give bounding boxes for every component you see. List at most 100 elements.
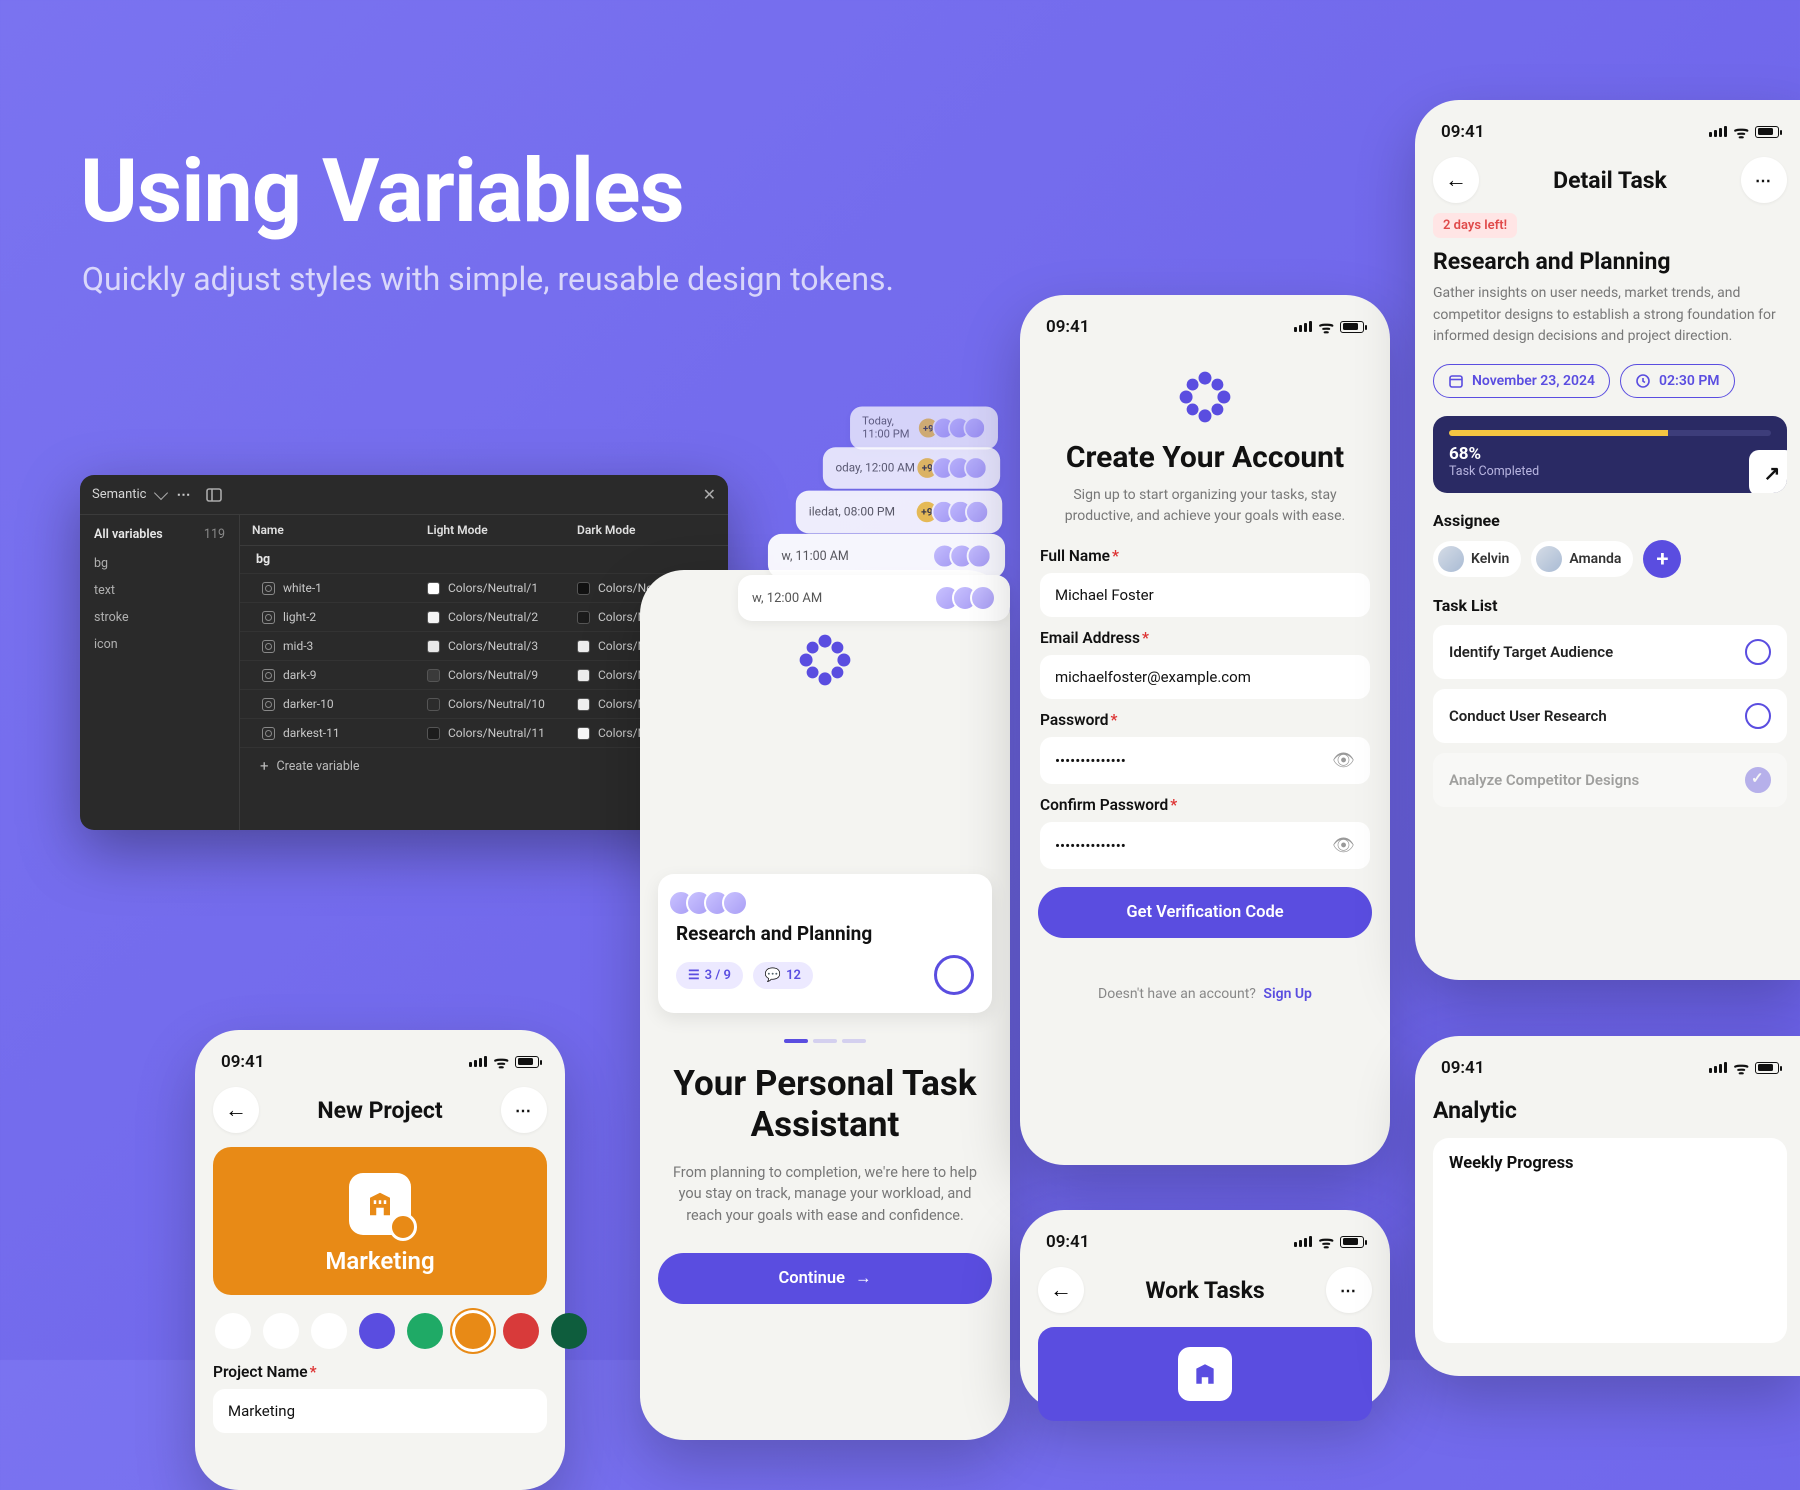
color-option[interactable]	[263, 1313, 299, 1349]
confirm-password-label: Confirm Password*	[1040, 796, 1370, 814]
color-swatch	[577, 698, 590, 711]
color-swatch	[427, 640, 440, 653]
eye-off-icon[interactable]: 👁︎	[1332, 750, 1355, 771]
variable-category-item[interactable]: icon	[80, 631, 239, 658]
task-checkbox[interactable]	[1745, 703, 1771, 729]
bar-chart	[1449, 1187, 1779, 1337]
category-icon-wrap	[349, 1173, 411, 1235]
comment-count-chip: 💬12	[753, 962, 813, 989]
col-name: Name	[252, 523, 427, 537]
status-time: 09:41	[1046, 1232, 1089, 1252]
more-icon: ⋯	[515, 1101, 533, 1120]
task-item[interactable]: Analyze Competitor Designs	[1433, 753, 1787, 807]
confirm-password-input[interactable]: •••••••••••••• 👁︎	[1040, 822, 1370, 869]
onboarding-sub: From planning to completion, we're here …	[664, 1162, 986, 1227]
task-description: Gather insights on user needs, market tr…	[1433, 283, 1787, 348]
sign-up-link[interactable]: Sign Up	[1263, 986, 1312, 1002]
more-button[interactable]: ⋯	[501, 1087, 547, 1133]
password-value: ••••••••••••••	[1055, 752, 1126, 770]
col-dark: Dark Mode	[577, 523, 727, 537]
time-chip[interactable]: 02:30 PM	[1620, 364, 1735, 398]
page-title: New Project	[317, 1097, 442, 1124]
task-meta: Today, 11:00 PM	[862, 415, 924, 441]
stacked-task-card: iledat, 08:00 PM+9	[796, 491, 1002, 534]
featured-task-title: Research and Planning	[676, 922, 974, 945]
task-checkbox[interactable]	[1745, 639, 1771, 665]
more-button[interactable]: ⋯	[1326, 1267, 1372, 1313]
variables-panel: Semantic ⋯ ✕ All variables 119 bgtextstr…	[80, 475, 728, 830]
back-button[interactable]: ←	[213, 1087, 259, 1133]
color-option[interactable]	[503, 1313, 539, 1349]
task-checkbox[interactable]	[1745, 767, 1771, 793]
project-category-card[interactable]: Marketing	[213, 1147, 547, 1295]
tasklist-section-title: Task List	[1433, 596, 1787, 615]
project-name-input[interactable]: Marketing	[213, 1389, 547, 1433]
onboarding-headline: Your Personal Task Assistant	[658, 1063, 992, 1146]
color-option[interactable]	[359, 1313, 395, 1349]
all-variables-label[interactable]: All variables	[94, 527, 163, 542]
time-value: 02:30 PM	[1659, 373, 1720, 389]
color-option[interactable]	[455, 1313, 491, 1349]
back-button[interactable]: ←	[1433, 157, 1479, 203]
task-meta: w, 12:00 AM	[752, 591, 822, 606]
task-item[interactable]: Conduct User Research	[1433, 689, 1787, 743]
full-name-input[interactable]: Michael Foster	[1040, 573, 1370, 617]
confirm-password-value: ••••••••••••••	[1055, 837, 1126, 855]
hero-subtitle: Quickly adjust styles with simple, reusa…	[82, 260, 894, 298]
date-value: November 23, 2024	[1472, 373, 1595, 389]
col-light: Light Mode	[427, 523, 577, 537]
status-icons: ᯤ	[1294, 1230, 1364, 1253]
variable-category-item[interactable]: stroke	[80, 604, 239, 631]
password-label: Password*	[1040, 711, 1370, 729]
get-code-button[interactable]: Get Verification Code	[1038, 887, 1372, 938]
color-option[interactable]	[215, 1313, 251, 1349]
add-assignee-button[interactable]: +	[1643, 540, 1681, 578]
task-item[interactable]: Identify Target Audience	[1433, 625, 1787, 679]
color-option[interactable]	[311, 1313, 347, 1349]
status-time: 09:41	[221, 1052, 264, 1072]
progress-percent: 68%	[1449, 444, 1771, 464]
task-meta: w, 11:00 AM	[781, 549, 848, 563]
color-option[interactable]	[407, 1313, 443, 1349]
task-name: Analyze Competitor Designs	[1449, 771, 1639, 789]
more-button[interactable]: ⋯	[1741, 157, 1787, 203]
page-title: Analytic	[1433, 1097, 1787, 1124]
avatar	[1438, 546, 1464, 572]
collection-dropdown[interactable]: Semantic	[92, 487, 166, 502]
status-icons: ᯤ	[1709, 1056, 1779, 1079]
status-icons: ᯤ	[1294, 315, 1364, 338]
arrow-left-icon: ←	[225, 1097, 247, 1123]
color-picker-row	[215, 1313, 545, 1349]
sidebar-toggle-icon[interactable]	[206, 487, 222, 503]
task-meta: oday, 12:00 AM	[835, 461, 915, 475]
work-tasks-hero-card	[1038, 1327, 1372, 1421]
variable-category-item[interactable]: bg	[80, 550, 239, 577]
featured-task-card[interactable]: Research and Planning ☰3 / 9 💬12	[658, 874, 992, 1013]
email-input[interactable]: michaelfoster@example.com	[1040, 655, 1370, 699]
variable-name: mid-3	[283, 639, 313, 653]
close-icon[interactable]: ✕	[703, 485, 716, 504]
expand-button[interactable]: ↗	[1749, 450, 1787, 493]
progress-ring-icon	[934, 955, 974, 995]
app-logo-icon	[1178, 370, 1232, 424]
assignee-chip[interactable]: Amanda	[1531, 541, 1633, 577]
color-swatch	[427, 669, 440, 682]
avatar	[1536, 546, 1562, 572]
panel-more-button[interactable]: ⋯	[176, 487, 192, 503]
continue-button[interactable]: Continue →	[658, 1253, 992, 1304]
variables-sidebar: All variables 119 bgtextstrokeicon	[80, 515, 240, 830]
date-chip[interactable]: November 23, 2024	[1433, 364, 1610, 398]
get-code-label: Get Verification Code	[1126, 903, 1283, 922]
assignee-chip[interactable]: Kelvin	[1433, 541, 1521, 577]
add-column-button[interactable]: +	[727, 523, 728, 537]
variable-group-label: bg	[240, 546, 728, 573]
light-mode-value: Colors/Neutral/11	[448, 726, 545, 740]
back-button[interactable]: ←	[1038, 1267, 1084, 1313]
color-option[interactable]	[551, 1313, 587, 1349]
color-swatch	[427, 727, 440, 740]
variable-type-icon	[262, 698, 275, 711]
eye-off-icon[interactable]: 👁︎	[1332, 835, 1355, 856]
variable-category-item[interactable]: text	[80, 577, 239, 604]
color-swatch	[427, 698, 440, 711]
password-input[interactable]: •••••••••••••• 👁︎	[1040, 737, 1370, 784]
